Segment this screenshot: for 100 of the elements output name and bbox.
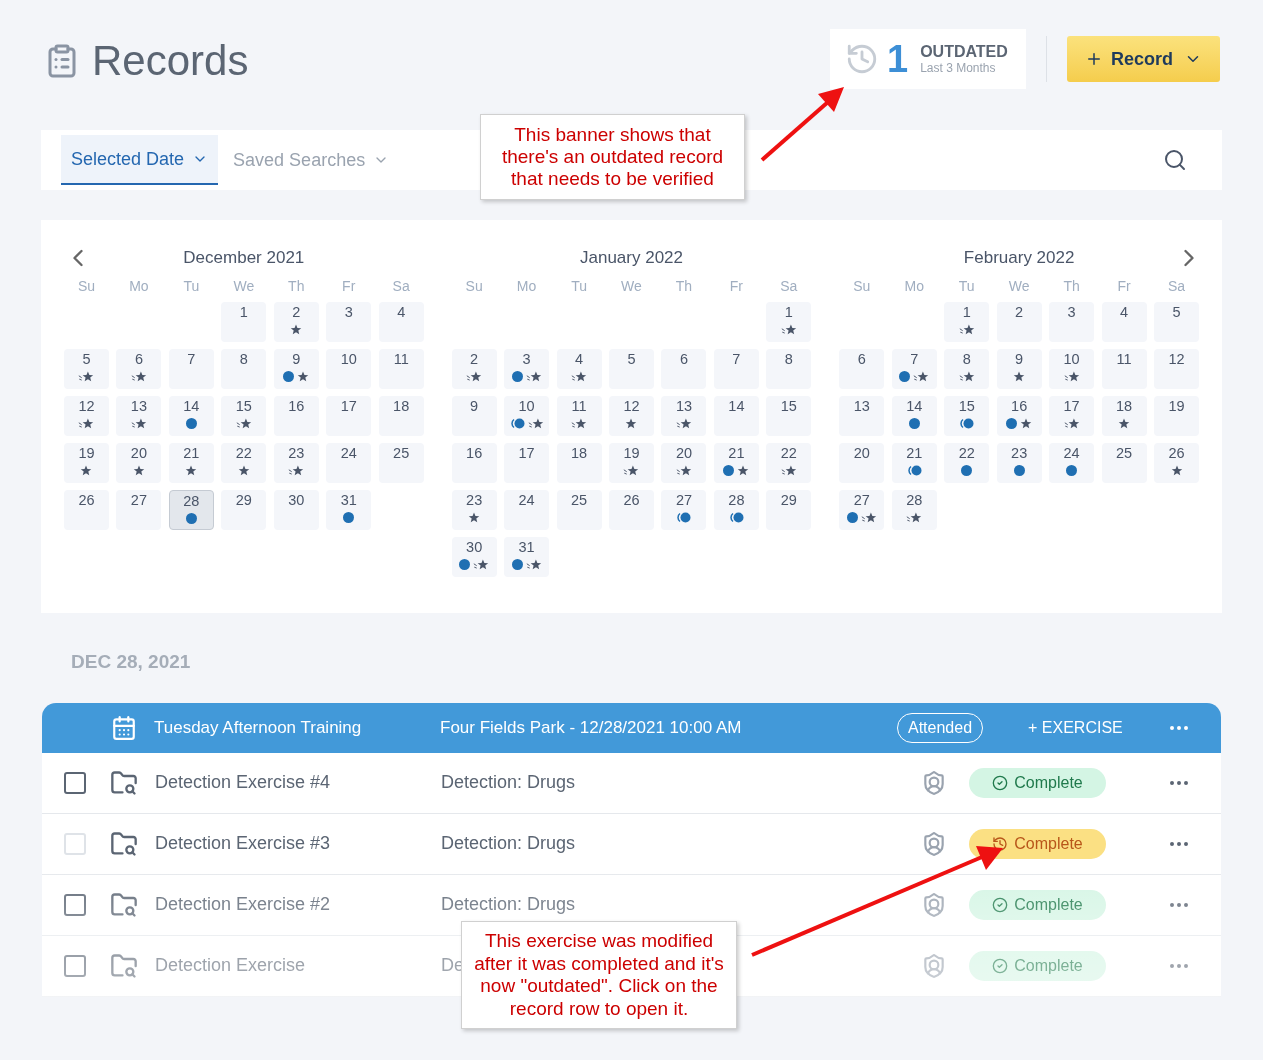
calendar-day[interactable]: 31 [326, 490, 372, 530]
calendar-day[interactable]: 9 [273, 349, 319, 389]
calendar-day[interactable]: 28 [713, 490, 759, 530]
calendar-day[interactable]: 2 [996, 302, 1042, 342]
calendar-day[interactable]: 31 [504, 537, 550, 577]
calendar-day[interactable]: 22 [766, 443, 812, 483]
calendar-day[interactable]: 2 [451, 349, 497, 389]
calendar-day[interactable]: 19 [609, 443, 654, 483]
calendar-day[interactable]: 8 [944, 349, 990, 389]
calendar-day[interactable]: 13 [116, 396, 162, 436]
calendar-day[interactable]: 3 [326, 302, 372, 342]
calendar-icon [111, 714, 137, 741]
calendar-day[interactable]: 28 [891, 490, 937, 530]
row-checkbox[interactable] [64, 771, 86, 794]
calendar-day[interactable]: 15 [766, 396, 812, 436]
calendar-day[interactable]: 16 [996, 396, 1042, 436]
calendar-day[interactable]: 14 [891, 396, 937, 436]
calendar-day[interactable]: 2 [273, 302, 319, 342]
calendar-day[interactable]: 21 [168, 443, 214, 483]
calendar-day[interactable]: 12 [1154, 349, 1199, 389]
calendar-day[interactable]: 15 [221, 396, 267, 436]
calendar-day[interactable]: 25 [556, 490, 602, 530]
calendar-day[interactable]: 5 [64, 349, 109, 389]
calendar-day[interactable]: 28 [168, 490, 214, 530]
calendar-day[interactable]: 19 [64, 443, 109, 483]
calendar-day[interactable]: 6 [661, 349, 707, 389]
calendar-day[interactable]: 21 [713, 443, 759, 483]
calendar-day[interactable]: 23 [451, 490, 497, 530]
record-button[interactable]: Record [1067, 36, 1220, 82]
calendar-day[interactable]: 22 [221, 443, 267, 483]
calendar-day[interactable]: 26 [609, 490, 654, 530]
calendar-day[interactable]: 18 [1101, 396, 1147, 436]
calendar-day[interactable]: 6 [839, 349, 885, 389]
calendar-day[interactable]: 21 [891, 443, 937, 483]
calendar-day[interactable]: 11 [1101, 349, 1147, 389]
calendar-day[interactable]: 26 [1154, 443, 1199, 483]
calendar-day[interactable]: 26 [64, 490, 109, 530]
calendar-day[interactable]: 17 [1049, 396, 1095, 436]
calendar-day[interactable]: 4 [556, 349, 602, 389]
calendar-day[interactable]: 30 [451, 537, 497, 577]
calendar-day[interactable]: 13 [839, 396, 885, 436]
calendar-day[interactable]: 5 [609, 349, 654, 389]
calendar-day[interactable]: 14 [713, 396, 759, 436]
status-badge[interactable]: Complete [969, 767, 1106, 798]
calendar-day[interactable]: 30 [273, 490, 319, 530]
calendar-day[interactable]: 9 [996, 349, 1042, 389]
calendar-day[interactable]: 11 [556, 396, 602, 436]
calendar-day[interactable]: 4 [378, 302, 424, 342]
calendar-day[interactable]: 24 [326, 443, 372, 483]
calendar-day[interactable]: 19 [1154, 396, 1199, 436]
calendar-day[interactable]: 25 [1101, 443, 1147, 483]
calendar-day[interactable]: 9 [451, 396, 497, 436]
calendar-day[interactable]: 6 [116, 349, 162, 389]
calendar-day[interactable]: 29 [221, 490, 267, 530]
calendar-day[interactable]: 16 [451, 443, 497, 483]
calendar-day[interactable]: 3 [1049, 302, 1095, 342]
calendar-day[interactable]: 12 [64, 396, 109, 436]
calendar-day[interactable]: 7 [713, 349, 759, 389]
search-icon[interactable] [1163, 148, 1187, 172]
weekday-label: Fr [1116, 277, 1132, 295]
calendar-day[interactable]: 13 [661, 396, 707, 436]
calendar-day[interactable]: 16 [273, 396, 319, 436]
calendar-day[interactable]: 8 [221, 349, 267, 389]
calendar-day[interactable]: 1 [766, 302, 812, 342]
row-checkbox[interactable] [64, 893, 86, 916]
calendar-day[interactable]: 8 [766, 349, 812, 389]
calendar-day[interactable]: 27 [661, 490, 707, 530]
row-checkbox[interactable] [64, 954, 86, 977]
calendar-day[interactable]: 17 [326, 396, 372, 436]
calendar-day[interactable]: 23 [273, 443, 319, 483]
calendar-day[interactable]: 24 [504, 490, 550, 530]
calendar-day[interactable]: 1 [221, 302, 267, 342]
calendar-day[interactable]: 14 [168, 396, 214, 436]
calendar-day[interactable]: 20 [839, 443, 885, 483]
calendar-day[interactable]: 27 [839, 490, 885, 530]
calendar-day[interactable]: 17 [504, 443, 550, 483]
filter-tab[interactable]: Selected Date [61, 135, 219, 185]
record-row[interactable]: Detection Exercise #4 Detection: Drugs Complete [42, 752, 1221, 814]
calendar-day[interactable]: 23 [996, 443, 1042, 483]
calendar-day[interactable]: 4 [1101, 302, 1147, 342]
calendar-day[interactable]: 5 [1154, 302, 1199, 342]
calendar-day[interactable]: 29 [766, 490, 812, 530]
calendar-day[interactable]: 27 [116, 490, 162, 530]
calendar-day[interactable]: 10 [504, 396, 550, 436]
calendar-day[interactable]: 18 [556, 443, 602, 483]
calendar-day[interactable]: 10 [326, 349, 372, 389]
calendar-day[interactable]: 25 [378, 443, 424, 483]
calendar-day[interactable]: 20 [116, 443, 162, 483]
calendar-day[interactable]: 3 [504, 349, 550, 389]
calendar-day[interactable]: 7 [891, 349, 937, 389]
calendar-day[interactable]: 7 [168, 349, 214, 389]
calendar-day[interactable]: 12 [609, 396, 654, 436]
calendar-day[interactable]: 10 [1049, 349, 1095, 389]
calendar-day[interactable]: 18 [378, 396, 424, 436]
calendar-day[interactable]: 20 [661, 443, 707, 483]
calendar-day[interactable]: 15 [944, 396, 990, 436]
calendar-day[interactable]: 11 [378, 349, 424, 389]
calendar-day[interactable]: 22 [944, 443, 990, 483]
calendar-day[interactable]: 1 [944, 302, 990, 342]
calendar-day[interactable]: 24 [1049, 443, 1095, 483]
